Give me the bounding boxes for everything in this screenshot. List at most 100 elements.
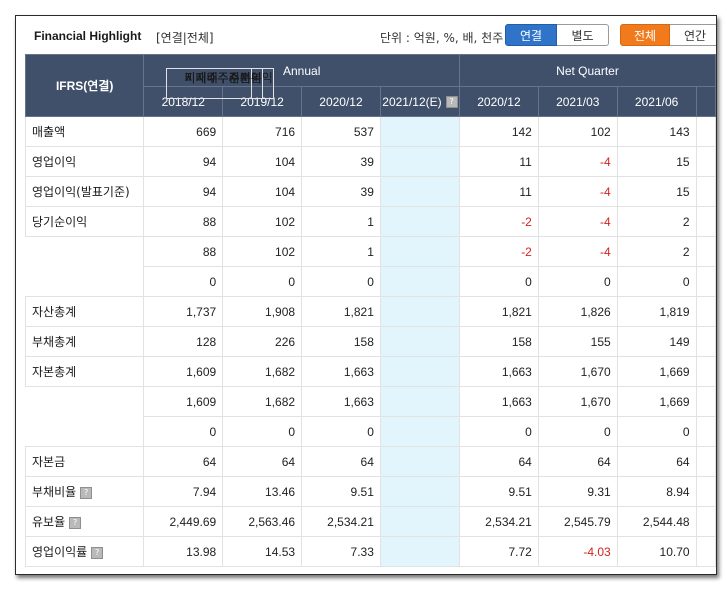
overflow-cell <box>695 476 716 507</box>
row-label-text: 자본총계 <box>32 365 77 379</box>
row-label-text: 영업이익(발표기준) <box>32 185 130 199</box>
value-cell: 64 <box>616 446 697 477</box>
table-row: 비지배주주지분 0 0 0 0 0 0 <box>26 67 716 447</box>
value-cell: 1,826 <box>537 296 618 327</box>
row-label-text: 부채총계 <box>32 335 77 349</box>
help-icon[interactable]: ? <box>91 546 104 559</box>
overflow-cell <box>695 446 716 477</box>
table-row: 지배주주순이익 88 102 1 -2 -4 2 <box>26 67 716 267</box>
overflow-cell <box>695 236 716 267</box>
estimate-cell <box>379 416 461 447</box>
overflow-cell <box>695 206 716 237</box>
table-row: 유보율? 2,449.69 2,563.46 2,534.21 2,534.21 2,54… <box>24 506 716 537</box>
value-cell: 1,737 <box>143 296 224 327</box>
table-row: 자본금 64 64 64 64 64 64 <box>24 446 716 477</box>
value-cell: 537 <box>301 116 381 147</box>
value-cell: 1,682 <box>222 356 303 387</box>
value-cell: 2,534.21 <box>459 506 539 537</box>
value-cell: 158 <box>459 326 539 357</box>
value-cell: 0 <box>143 266 224 297</box>
overflow-cell <box>695 146 716 177</box>
value-cell: 11 <box>459 146 539 177</box>
value-cell: 9.31 <box>537 476 618 507</box>
value-cell: 64 <box>143 446 224 477</box>
value-cell: 15 <box>616 176 697 207</box>
table-row: 영업이익(발표기준) 94 104 39 11 -4 15 <box>24 176 716 207</box>
value-cell: 2,534.21 <box>301 506 381 537</box>
overflow-cell <box>695 176 716 207</box>
period-header: 2020/12 <box>459 86 539 117</box>
period-header: 2021/03 <box>537 86 618 117</box>
value-cell: -4 <box>537 236 618 267</box>
net-quarter-group-header: Net Quarter <box>459 54 716 87</box>
estimate-cell <box>379 206 461 237</box>
panel-title: Financial Highlight <box>34 29 142 43</box>
value-cell: 0 <box>301 266 381 297</box>
help-icon[interactable]: ? <box>80 486 93 499</box>
value-cell: 64 <box>537 446 618 477</box>
table-row: 지배주주지분 1,609 1,682 1,663 1,663 1,670 1,669 <box>26 67 716 417</box>
value-cell: 0 <box>143 416 224 447</box>
value-cell: 2 <box>616 206 697 237</box>
value-cell: 0 <box>222 416 303 447</box>
value-cell: -4.03 <box>537 536 618 567</box>
value-cell: 0 <box>459 416 539 447</box>
consolidated-button[interactable]: 연결 <box>505 24 557 46</box>
table-body: 매출액 669 716 537 142 102 143 영업이익 94 104 39 11 -4 15 영업… <box>24 67 716 567</box>
value-cell: -2 <box>459 206 539 237</box>
value-cell: 716 <box>222 116 303 147</box>
financial-highlight-panel: Financial Highlight [연결|전체] 단위 : 억원, %, … <box>15 15 717 575</box>
value-cell: -4 <box>537 176 618 207</box>
panel-subtitle: [연결|전체] <box>156 31 214 45</box>
value-cell: 2,449.69 <box>143 506 224 537</box>
value-cell: 1,821 <box>301 296 381 327</box>
value-cell: 1,609 <box>143 386 224 417</box>
value-cell: 88 <box>143 206 224 237</box>
row-label-text: 영업이익 <box>32 155 77 169</box>
value-cell: 0 <box>537 416 618 447</box>
value-cell: 1,670 <box>537 386 618 417</box>
value-cell: 2,544.48 <box>616 506 697 537</box>
estimate-cell <box>379 236 461 267</box>
value-cell: 11 <box>459 176 539 207</box>
overflow-cell <box>695 356 716 387</box>
value-cell: 15 <box>616 146 697 177</box>
table-row: 비지배주주순이익 0 0 0 0 0 0 <box>26 67 716 297</box>
unit-text: 단위 : 억원, %, 배, 천주 <box>380 31 504 45</box>
value-cell: 14.53 <box>222 536 303 567</box>
help-icon[interactable]: ? <box>445 96 458 109</box>
all-button[interactable]: 전체 <box>620 24 670 46</box>
row-label-text: 자산총계 <box>32 305 77 319</box>
value-cell: 64 <box>301 446 381 477</box>
value-cell: 1,908 <box>222 296 303 327</box>
value-cell: 10.70 <box>616 536 697 567</box>
table-row: 자산총계 1,737 1,908 1,821 1,821 1,826 1,819 <box>24 296 716 327</box>
estimate-cell <box>379 446 461 477</box>
value-cell: 1,663 <box>459 356 539 387</box>
row-label: 영업이익(발표기준) <box>24 176 145 207</box>
estimate-cell <box>379 116 461 147</box>
table-row: 영업이익률? 13.98 14.53 7.33 7.72 -4.03 10.70 <box>24 536 716 567</box>
value-cell: 1,669 <box>616 356 697 387</box>
estimate-cell <box>379 176 461 207</box>
value-cell: 1,663 <box>301 386 381 417</box>
value-cell: 64 <box>222 446 303 477</box>
value-cell: -4 <box>537 146 618 177</box>
help-icon[interactable]: ? <box>69 516 82 529</box>
value-cell: 102 <box>537 116 618 147</box>
value-cell: 1,669 <box>616 386 697 417</box>
separate-button[interactable]: 별도 <box>557 24 609 46</box>
value-cell: 1 <box>301 206 381 237</box>
estimate-cell <box>379 476 461 507</box>
table-row: 자본총계 1,609 1,682 1,663 1,663 1,670 1,669 <box>24 356 716 387</box>
row-label: 비지배주주지분 <box>165 67 263 99</box>
period-header-overflow <box>695 86 716 117</box>
value-cell: 1,609 <box>143 356 224 387</box>
row-label: 부채총계 <box>24 326 145 357</box>
value-cell: 104 <box>222 176 303 207</box>
financial-table: IFRS(연결) Annual Net Quarter 2018/12 2019… <box>24 54 716 567</box>
value-cell: 1 <box>301 236 381 267</box>
value-cell: 13.98 <box>143 536 224 567</box>
annual-button[interactable]: 연간 <box>670 24 716 46</box>
value-cell: 158 <box>301 326 381 357</box>
